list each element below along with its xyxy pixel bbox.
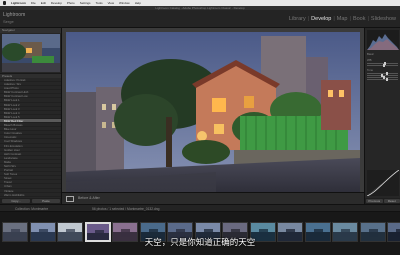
- copy-button[interactable]: Copy...: [2, 199, 30, 203]
- right-panel: Basic WB Tone Previous Reset: [364, 28, 400, 204]
- user-label: Serge: [3, 19, 14, 24]
- video-subtitle: 天空，只是你知道正确的天空: [144, 238, 256, 248]
- module-divider: |: [367, 16, 369, 22]
- navigator-image: [2, 34, 60, 72]
- left-panel: Navigator Presets Adaptive: Portrait Adap…: [0, 28, 62, 204]
- loupe-view-icon[interactable]: [66, 196, 74, 202]
- tint-slider[interactable]: [367, 64, 398, 67]
- shadows-slider[interactable]: [367, 78, 398, 81]
- before-after-label[interactable]: Before & After: [78, 196, 100, 200]
- photo-canvas[interactable]: [62, 28, 364, 204]
- module-book[interactable]: Book: [353, 16, 366, 22]
- preset-list: Adaptive: Portrait Adaptive: Sky Aged Phot…: [0, 78, 61, 204]
- module-map[interactable]: Map: [337, 16, 348, 22]
- module-develop[interactable]: Develop: [311, 16, 331, 22]
- apple-icon[interactable]: [3, 1, 6, 5]
- wb-row[interactable]: WB: [367, 58, 398, 62]
- tone-curve-graph: [366, 169, 400, 197]
- previous-button[interactable]: Previous: [366, 199, 383, 203]
- module-slideshow[interactable]: Slideshow: [371, 16, 396, 22]
- histogram[interactable]: [367, 30, 399, 50]
- paste-button[interactable]: Paste: [32, 199, 60, 203]
- module-library[interactable]: Library: [289, 16, 306, 22]
- basic-panel-header[interactable]: Basic: [367, 52, 398, 56]
- module-divider: |: [333, 16, 335, 22]
- filmstrip: [0, 212, 400, 255]
- module-picker: Library | Develop | Map | Book | Slidesh…: [289, 16, 396, 22]
- tone-curve[interactable]: [366, 169, 400, 197]
- navigator-preview[interactable]: [2, 34, 60, 72]
- montmartre-photo: [66, 32, 360, 198]
- brand-label: Lightroom: [3, 12, 26, 18]
- module-divider: |: [307, 16, 310, 22]
- tone-row[interactable]: Tone: [367, 68, 398, 72]
- main-photo[interactable]: [66, 32, 360, 198]
- slider-handle[interactable]: [386, 78, 389, 81]
- highlights-slider[interactable]: [367, 76, 398, 79]
- module-divider: |: [349, 16, 351, 22]
- slider-handle[interactable]: [382, 64, 385, 67]
- filmstrip-header: Collection: Montmartre 56 photos / 1 sel…: [0, 204, 400, 212]
- develop-toolbar: Before & After: [62, 192, 364, 204]
- navigator-header[interactable]: Navigator: [0, 28, 61, 33]
- identity-plate: Lightroom Serge Library | Develop | Map …: [0, 10, 400, 28]
- reset-button[interactable]: Reset: [383, 199, 400, 203]
- histogram-graph: [367, 34, 399, 50]
